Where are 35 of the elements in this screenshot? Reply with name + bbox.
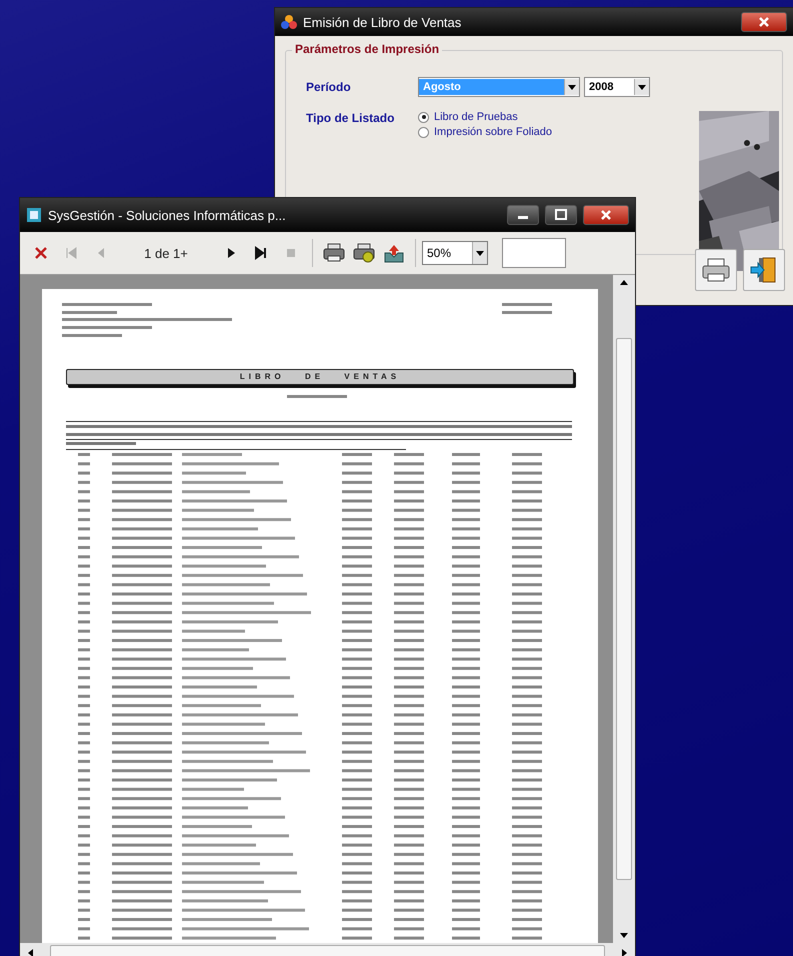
maximize-button[interactable] bbox=[545, 205, 577, 225]
scroll-left-icon[interactable] bbox=[26, 948, 36, 956]
app-icon bbox=[281, 14, 297, 30]
close-icon bbox=[599, 209, 613, 221]
exit-button[interactable] bbox=[743, 249, 785, 291]
report-banner: LIBRO DE VENTAS bbox=[66, 369, 574, 385]
app-icon bbox=[26, 207, 42, 223]
radio-label[interactable]: Libro de Pruebas bbox=[434, 111, 518, 123]
dropdown-arrow-icon bbox=[638, 84, 646, 90]
period-label: Período bbox=[306, 80, 352, 94]
radio-label[interactable]: Impresión sobre Foliado bbox=[434, 126, 552, 138]
dropdown-arrow-icon bbox=[476, 250, 484, 256]
maximize-icon bbox=[554, 209, 568, 221]
vertical-scrollbar[interactable] bbox=[613, 275, 635, 943]
close-icon bbox=[757, 16, 771, 28]
scroll-right-icon[interactable] bbox=[619, 948, 629, 956]
zoom-dropdown[interactable]: 50% bbox=[422, 241, 488, 265]
print-button[interactable] bbox=[695, 249, 737, 291]
last-icon bbox=[254, 246, 268, 260]
close-button[interactable] bbox=[741, 12, 787, 32]
radio-button[interactable] bbox=[418, 112, 429, 122]
first-icon bbox=[64, 246, 78, 260]
search-field[interactable] bbox=[502, 238, 566, 268]
window-title: Emisión de Libro de Ventas bbox=[303, 14, 462, 30]
printer-icon bbox=[701, 257, 731, 283]
close-button[interactable] bbox=[583, 205, 629, 225]
year-dropdown[interactable]: 2008 bbox=[584, 77, 650, 97]
stop-icon bbox=[284, 246, 298, 260]
window-title: SysGestión - Soluciones Informáticas p... bbox=[48, 208, 287, 222]
minimize-button[interactable] bbox=[507, 205, 539, 225]
list-type-label: Tipo de Listado bbox=[306, 111, 396, 125]
radio-button[interactable] bbox=[418, 126, 429, 138]
page-indicator: 1 de 1+ bbox=[143, 246, 189, 260]
dropdown-arrow-icon bbox=[568, 84, 576, 90]
group-title: Parámetros de Impresión bbox=[292, 42, 442, 56]
